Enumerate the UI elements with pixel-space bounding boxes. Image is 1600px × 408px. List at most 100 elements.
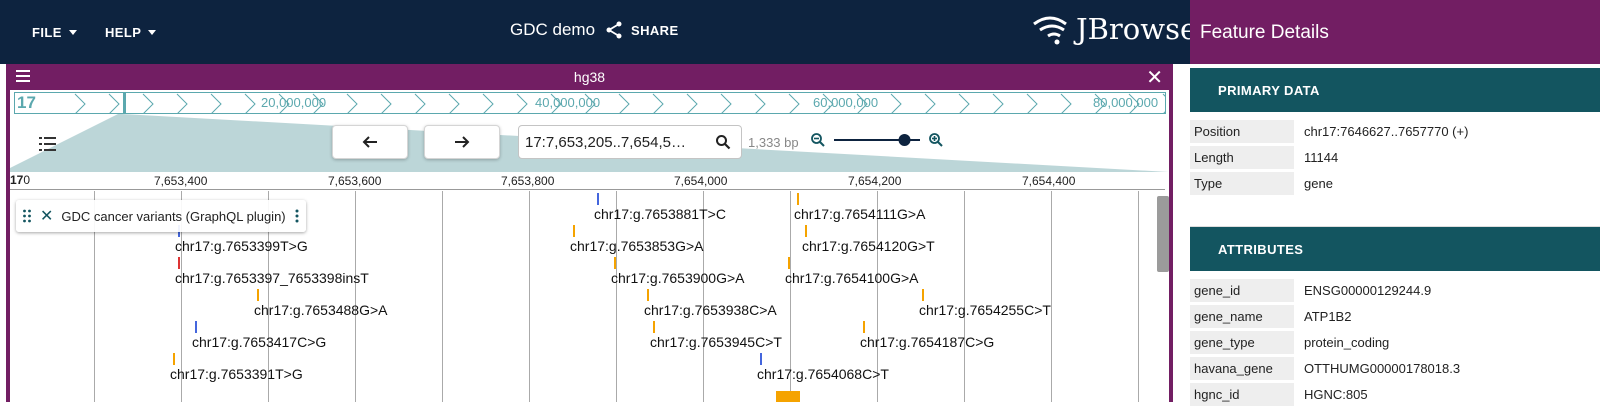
variant-marker[interactable] [257, 289, 259, 301]
overview-tick-label: 80,000,000 [1093, 95, 1159, 110]
variant-label[interactable]: chr17:g.7653853G>A [570, 238, 704, 254]
variant-label[interactable]: chr17:g.7653399T>G [175, 238, 308, 254]
variant-marker[interactable] [647, 289, 649, 301]
jbrowse-logo-icon [1033, 16, 1067, 45]
grid-line [442, 191, 443, 402]
track-scrollbar[interactable] [1157, 196, 1169, 272]
variant-marker[interactable] [922, 289, 924, 301]
ruler-tick-label: 7,654,400 [1022, 174, 1076, 188]
scroll-left-button[interactable] [332, 125, 408, 159]
share-label: SHARE [631, 22, 679, 38]
view-header: hg38 ✕ [10, 64, 1169, 90]
attributes-table: gene_id ENSG00000129244.9 gene_name ATP1B2… [1190, 271, 1600, 408]
variant-label[interactable]: chr17:g.7653938C>A [644, 302, 777, 318]
share-button[interactable]: SHARE [605, 21, 679, 39]
track-label: ✕ GDC cancer variants (GraphQL plugin) [16, 200, 306, 232]
track-selector-icon[interactable] [38, 136, 58, 152]
scroll-right-button[interactable] [424, 125, 500, 159]
variant-label[interactable]: chr17:g.7653417C>G [192, 334, 326, 350]
variant-marker[interactable] [805, 225, 807, 237]
grid-line [529, 191, 530, 402]
jbrowse-logo: JBrowse [1030, 12, 1197, 46]
overview-scalebar[interactable]: 17 20,000,000 40,000,000 60,000,000 80,0… [14, 92, 1166, 114]
variant-label[interactable]: chr17:g.7653945C>T [650, 334, 782, 350]
help-menu-button[interactable]: HELP [105, 25, 157, 40]
attr-key: hgnc_id [1190, 383, 1294, 407]
variant-label[interactable]: chr17:g.7653391T>G [170, 366, 303, 382]
attr-key: Position [1190, 120, 1294, 144]
variant-label[interactable]: chr17:g.7653881T>C [594, 206, 726, 222]
variant-marker[interactable] [760, 353, 762, 365]
logo-text: JBrowse [1076, 12, 1198, 46]
variant-label[interactable]: chr17:g.7654100G>A [785, 270, 919, 286]
attributes-heading[interactable]: ATTRIBUTES [1190, 227, 1600, 271]
variant-marker[interactable] [178, 257, 180, 269]
zoom-control [810, 132, 944, 148]
variant-label[interactable]: chr17:g.7654120G>T [802, 238, 935, 254]
ruler-start: 0 [23, 173, 31, 187]
variant-marker[interactable] [863, 321, 865, 333]
location-search-box[interactable] [518, 125, 742, 159]
table-row: gene_type protein_coding [1190, 330, 1600, 356]
attr-key: havana_gene [1190, 357, 1294, 381]
variant-marker[interactable] [573, 225, 575, 237]
variant-marker[interactable] [797, 193, 799, 205]
variant-marker[interactable] [173, 353, 175, 365]
attr-value: OTTHUMG00000178018.3 [1304, 361, 1461, 376]
attr-key: gene_type [1190, 331, 1294, 355]
ruler-chr-name: 17 [10, 173, 24, 187]
grid-line [355, 191, 356, 402]
primary-data-table: Position chr17:7646627..7657770 (+) Lengt… [1190, 112, 1600, 197]
attr-value: HGNC:805 [1304, 387, 1368, 402]
variant-marker[interactable] [788, 257, 790, 269]
variant-label[interactable]: chr17:g.7653900G>A [611, 270, 745, 286]
attr-key: Length [1190, 146, 1294, 170]
zoom-in-icon[interactable] [928, 132, 944, 148]
location-input[interactable] [525, 133, 705, 151]
share-icon [606, 21, 622, 39]
overview-tick-label: 20,000,000 [261, 95, 327, 110]
search-icon[interactable] [715, 134, 731, 150]
primary-data-heading[interactable]: PRIMARY DATA [1190, 68, 1600, 112]
table-row: Position chr17:7646627..7657770 (+) [1190, 119, 1600, 145]
close-icon[interactable]: ✕ [40, 206, 53, 226]
table-row: gene_name ATP1B2 [1190, 304, 1600, 330]
attr-key: gene_id [1190, 279, 1294, 303]
ruler-tick-label: 7,654,200 [848, 174, 902, 188]
variant-marker[interactable] [614, 257, 616, 269]
close-icon[interactable]: ✕ [1146, 65, 1163, 90]
feature-details-drawer: Feature Details PRIMARY DATA Position chr… [1190, 0, 1600, 407]
attr-key: gene_name [1190, 305, 1294, 329]
attr-value: chr17:7646627..7657770 (+) [1304, 124, 1469, 139]
variant-marker[interactable] [653, 321, 655, 333]
more-vert-icon[interactable] [294, 209, 300, 223]
variant-label[interactable]: chr17:g.7654068C>T [757, 366, 889, 382]
table-row: Type gene [1190, 171, 1600, 197]
variant-label[interactable]: chr17:g.7654255C>T [919, 302, 1051, 318]
arrow-right-icon [455, 136, 470, 148]
table-row: hgnc_id HGNC:805 [1190, 382, 1600, 408]
arrow-left-icon [362, 136, 377, 148]
variant-label[interactable]: chr17:g.7653488G>A [254, 302, 388, 318]
table-row: gene_id ENSG00000129244.9 [1190, 278, 1600, 304]
overview-tick-label: 40,000,000 [535, 95, 601, 110]
app-bar: FILE HELP GDC demo SHARE JBrowse [0, 0, 1197, 64]
selected-feature-block[interactable] [776, 391, 800, 402]
zoom-slider[interactable] [832, 132, 922, 148]
variant-marker[interactable] [195, 321, 197, 333]
ruler-tick-label: 7,654,000 [674, 174, 728, 188]
file-menu-button[interactable]: FILE [32, 25, 77, 40]
zoom-out-icon[interactable] [810, 132, 826, 148]
attr-value: ATP1B2 [1304, 309, 1352, 324]
variant-label[interactable]: chr17:g.7654187C>G [860, 334, 994, 350]
variant-label[interactable]: chr17:g.7654111G>A [794, 206, 925, 222]
session-info: GDC demo SHARE [510, 20, 679, 40]
ruler-chr-label: 170 [10, 173, 30, 187]
variant-label[interactable]: chr17:g.7653397_7653398insT [175, 270, 369, 286]
zoom-slider-thumb[interactable] [898, 134, 911, 146]
bp-per-view-label: 1,333 bp [748, 135, 799, 150]
drag-handle-icon[interactable] [22, 209, 32, 223]
file-menu-label: FILE [32, 25, 62, 40]
session-name[interactable]: GDC demo [510, 20, 595, 40]
variant-marker[interactable] [597, 193, 599, 205]
